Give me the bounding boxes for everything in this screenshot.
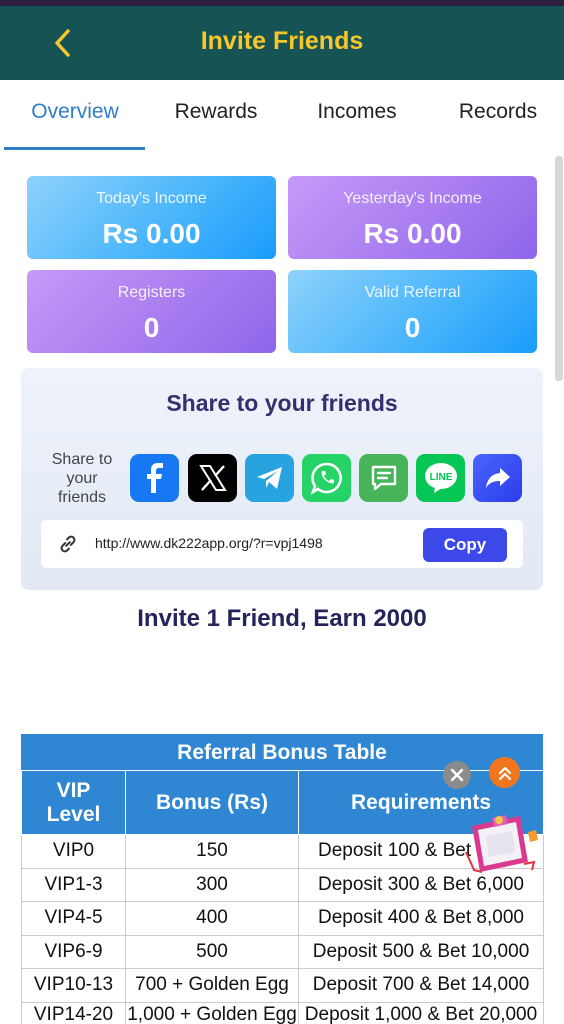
header-bonus: Bonus (Rs)	[125, 770, 299, 835]
bonus-cell: 500	[125, 934, 299, 969]
app-header: Invite Friends	[0, 6, 564, 80]
bonus-cell: 1,000 + Golden Egg	[125, 1001, 299, 1024]
today-income-label: Today's Income	[96, 190, 207, 207]
header-vip-level: VIP Level	[21, 770, 126, 835]
whatsapp-icon	[310, 462, 342, 495]
scroll-to-top-button[interactable]	[489, 757, 520, 788]
x-icon	[198, 465, 227, 491]
vip-level-cell: VIP1-3	[21, 867, 126, 902]
share-card: Share to your friends Share to your frie…	[21, 368, 543, 590]
floating-close-button[interactable]	[443, 761, 471, 789]
table-row: VIP4-5 400 Deposit 400 & Bet 8,000	[21, 901, 544, 936]
referral-link-box: http://www.dk222app.org/?r=vpj1498 Copy	[41, 520, 523, 568]
share-sms-button[interactable]	[359, 454, 408, 502]
share-telegram-button[interactable]	[245, 454, 294, 502]
yesterday-income-value: Rs 0.00	[363, 218, 462, 249]
bonus-cell: 700 + Golden Egg	[125, 968, 299, 1003]
share-label: Share to your friends	[51, 451, 113, 506]
close-icon	[450, 768, 464, 782]
share-title: Share to your friends	[166, 390, 398, 416]
facebook-icon	[146, 463, 163, 493]
bonus-cell: 300	[125, 867, 299, 902]
tab-active-indicator	[4, 147, 145, 150]
share-whatsapp-button[interactable]	[302, 454, 351, 502]
valid-referral-label: Valid Referral	[364, 284, 461, 301]
registers-label: Registers	[117, 284, 186, 301]
table-row: VIP10-13 700 + Golden Egg Deposit 700 & …	[21, 968, 544, 1003]
tab-records[interactable]: Records	[432, 100, 564, 130]
share-x-button[interactable]	[188, 454, 237, 502]
telegram-icon	[256, 467, 282, 489]
vip-level-cell: VIP14-20	[21, 1001, 126, 1024]
sms-icon	[371, 465, 396, 491]
scrollbar[interactable]	[555, 156, 563, 381]
vip-level-cell: VIP0	[21, 834, 126, 869]
tab-rewards[interactable]: Rewards	[150, 100, 282, 130]
vip-level-cell: VIP6-9	[21, 934, 126, 969]
bonus-cell: 150	[125, 834, 299, 869]
table-row: VIP14-20 1,000 + Golden Egg Deposit 1,00…	[21, 1001, 544, 1024]
requirement-cell: Deposit 1,000 & Bet 20,000	[298, 1001, 544, 1024]
share-more-button[interactable]	[473, 454, 522, 502]
line-icon-text: LINE	[429, 472, 452, 483]
registers-card: Registers 0	[27, 270, 276, 353]
yesterday-income-label: Yesterday's Income	[343, 190, 482, 207]
table-row: VIP6-9 500 Deposit 500 & Bet 10,000	[21, 934, 544, 969]
copy-button[interactable]: Copy	[423, 528, 507, 562]
tab-bar: Overview Rewards Incomes Records	[0, 80, 564, 152]
valid-referral-value: 0	[404, 312, 421, 343]
line-icon: LINE	[424, 463, 457, 493]
gift-box-icon	[465, 815, 538, 873]
tab-incomes[interactable]: Incomes	[292, 100, 422, 130]
page-title: Invite Friends	[200, 27, 364, 55]
chevron-left-icon	[55, 29, 70, 57]
invite-headline: Invite 1 Friend, Earn 2000	[137, 605, 427, 632]
yesterday-income-card: Yesterday's Income Rs 0.00	[288, 176, 537, 259]
gift-box-floating-button[interactable]	[462, 812, 542, 882]
requirement-cell: Deposit 400 & Bet 8,000	[298, 901, 544, 936]
double-chevron-up-icon	[498, 766, 511, 780]
back-button[interactable]	[46, 26, 80, 60]
referral-link-text: http://www.dk222app.org/?r=vpj1498	[95, 535, 323, 551]
tab-overview[interactable]: Overview	[10, 100, 140, 130]
bonus-cell: 400	[125, 901, 299, 936]
share-line-button[interactable]: LINE	[416, 454, 465, 502]
requirement-cell: Deposit 700 & Bet 14,000	[298, 968, 544, 1003]
today-income-card: Today's Income Rs 0.00	[27, 176, 276, 259]
valid-referral-card: Valid Referral 0	[288, 270, 537, 353]
forward-icon	[485, 468, 510, 488]
link-icon	[60, 535, 76, 553]
vip-level-cell: VIP4-5	[21, 901, 126, 936]
today-income-value: Rs 0.00	[102, 218, 201, 249]
registers-value: 0	[143, 312, 160, 343]
vip-level-cell: VIP10-13	[21, 968, 126, 1003]
requirement-cell: Deposit 500 & Bet 10,000	[298, 934, 544, 969]
share-facebook-button[interactable]	[130, 454, 179, 502]
